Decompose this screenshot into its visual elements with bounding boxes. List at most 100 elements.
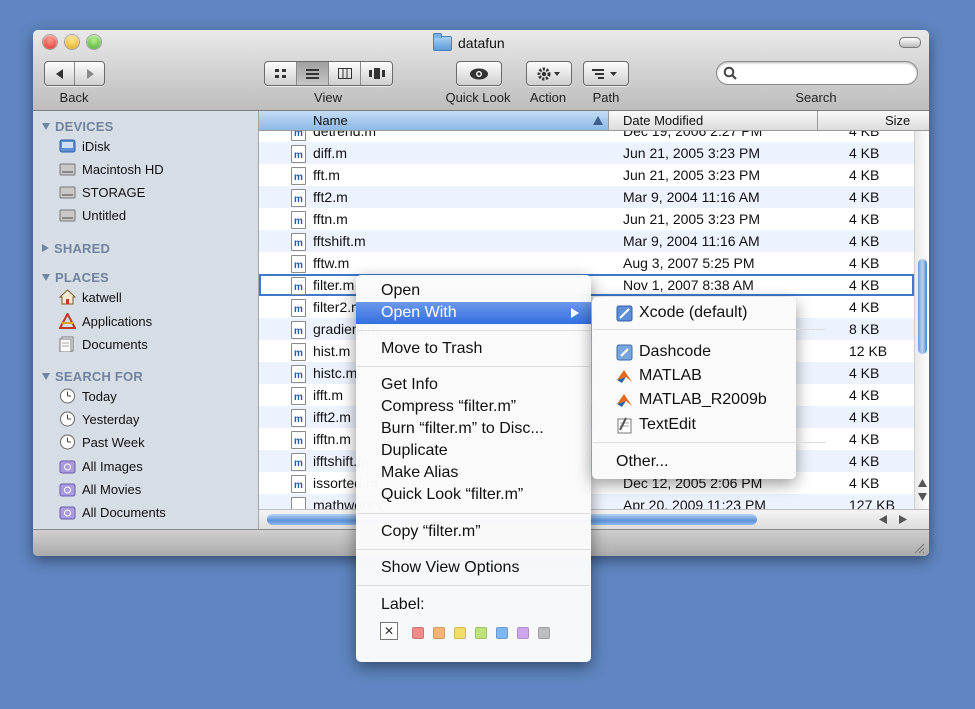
menu-item-get-info[interactable]: Get Info: [356, 374, 591, 396]
list-view-button[interactable]: [297, 62, 329, 85]
label-color-swatch[interactable]: [412, 627, 424, 639]
quicklook-label: Quick Look: [445, 90, 511, 105]
sidebar-item-past-week[interactable]: Past Week: [59, 432, 145, 452]
submenu-item-matlab[interactable]: MATLAB: [592, 365, 796, 387]
label-color-swatch[interactable]: [496, 627, 508, 639]
column-header: Name Date Modified Size: [259, 111, 929, 131]
row-name: histc.m: [313, 365, 358, 381]
quicklook-button[interactable]: [457, 62, 501, 85]
sidebar-header-shared[interactable]: SHARED: [42, 241, 110, 256]
menu-item-show-view-options[interactable]: Show View Options: [356, 557, 591, 579]
scroll-up-icon[interactable]: [918, 479, 927, 487]
table-row[interactable]: m fftshift.m Mar 9, 2004 11:16 AM 4 KB: [259, 230, 914, 252]
row-size: 4 KB: [849, 145, 880, 161]
vertical-scroll-thumb[interactable]: [918, 259, 927, 354]
sidebar-item-macintosh-hd[interactable]: Macintosh HD: [59, 159, 164, 179]
row-name: diff.m: [313, 145, 347, 161]
sidebar-item-all-movies[interactable]: All Movies: [59, 479, 141, 499]
icon-view-button[interactable]: [265, 62, 297, 85]
menu-item-burn[interactable]: Burn “filter.m” to Disc...: [356, 418, 591, 440]
sidebar-item-today[interactable]: Today: [59, 386, 117, 406]
resize-grip-icon[interactable]: [913, 542, 925, 554]
menu-item-copy[interactable]: Copy “filter.m”: [356, 521, 591, 543]
path-button[interactable]: [584, 62, 628, 85]
table-row[interactable]: m diff.m Jun 21, 2005 3:23 PM 4 KB: [259, 142, 914, 164]
scroll-down-icon[interactable]: [918, 493, 927, 501]
label-color-swatch[interactable]: [517, 627, 529, 639]
sidebar-item-all-images[interactable]: All Images: [59, 456, 143, 476]
coverflow-view-button[interactable]: [361, 62, 392, 85]
label-color-swatch[interactable]: [433, 627, 445, 639]
sidebar: DEVICES iDisk Macintosh HD STORAGE Untit…: [33, 111, 259, 529]
action-group: [526, 61, 572, 86]
label-color-swatch[interactable]: [538, 627, 550, 639]
sidebar-item-untitled[interactable]: Untitled: [59, 205, 126, 225]
menu-item-open-with[interactable]: Open With: [356, 302, 591, 324]
toolbar-toggle-button[interactable]: [899, 37, 921, 48]
search-input[interactable]: [716, 61, 918, 85]
back-forward-group: [44, 61, 105, 86]
column-header-date[interactable]: Date Modified: [609, 111, 818, 130]
minimize-button[interactable]: [65, 35, 79, 49]
column-header-name[interactable]: Name: [259, 111, 609, 130]
coverflow-icon: [368, 68, 385, 79]
sidebar-item-katwell[interactable]: katwell: [59, 287, 122, 307]
vertical-scrollbar[interactable]: [914, 131, 929, 509]
dashcode-icon: [616, 344, 633, 361]
table-row[interactable]: m fftn.m Jun 21, 2005 3:23 PM 4 KB: [259, 208, 914, 230]
column-header-size[interactable]: Size: [818, 111, 929, 130]
row-name: fftw.m: [313, 255, 350, 271]
back-button[interactable]: [45, 62, 75, 85]
scroll-left-icon[interactable]: [879, 515, 887, 524]
column-view-button[interactable]: [329, 62, 361, 85]
menu-item-move-to-trash[interactable]: Move to Trash: [356, 338, 591, 360]
menu-item-quick-look[interactable]: Quick Look “filter.m”: [356, 484, 591, 506]
matlab-file-icon: m: [291, 255, 306, 273]
action-button[interactable]: [527, 62, 571, 85]
matlab-file-icon: m: [291, 145, 306, 163]
menu-separator: [357, 549, 590, 550]
matlab-file-icon: m: [291, 299, 306, 317]
context-menu: Open Open With Move to Trash Get Info Co…: [356, 275, 591, 662]
sidebar-item-all-documents[interactable]: All Documents: [59, 502, 166, 522]
row-name: fftshift.m: [313, 233, 366, 249]
window-title-text: datafun: [458, 35, 505, 51]
submenu-item-dashcode[interactable]: Dashcode: [592, 341, 796, 363]
submenu-item-xcode[interactable]: Xcode (default): [592, 302, 796, 324]
sidebar-item-yesterday[interactable]: Yesterday: [59, 409, 139, 429]
row-name: filter.m: [313, 277, 355, 293]
label-none-button[interactable]: ✕: [380, 622, 398, 640]
sidebar-header-search-for[interactable]: SEARCH FOR: [42, 369, 143, 384]
sidebar-item-idisk[interactable]: iDisk: [59, 136, 110, 156]
close-button[interactable]: [43, 35, 57, 49]
submenu-item-textedit[interactable]: TextEdit: [592, 414, 796, 436]
matlab-file-icon: m: [291, 365, 306, 383]
sidebar-header-places[interactable]: PLACES: [42, 270, 109, 285]
menu-item-duplicate[interactable]: Duplicate: [356, 440, 591, 462]
label-color-swatch[interactable]: [454, 627, 466, 639]
menu-item-open[interactable]: Open: [356, 280, 591, 302]
submenu-item-matlab-r2009b[interactable]: MATLAB_R2009b: [592, 389, 796, 411]
row-date: Aug 3, 2007 5:25 PM: [623, 255, 755, 271]
sidebar-item-documents[interactable]: Documents: [59, 334, 148, 354]
forward-button[interactable]: [75, 62, 104, 85]
table-row[interactable]: m fftw.m Aug 3, 2007 5:25 PM 4 KB: [259, 252, 914, 274]
row-name: fftn.m: [313, 211, 348, 227]
submenu-item-other[interactable]: Other...: [592, 451, 796, 473]
sidebar-item-storage[interactable]: STORAGE: [59, 182, 145, 202]
table-row[interactable]: m fft2.m Mar 9, 2004 11:16 AM 4 KB: [259, 186, 914, 208]
scroll-right-icon[interactable]: [899, 515, 907, 524]
sidebar-item-applications[interactable]: Applications: [59, 311, 152, 331]
row-name: ifft.m: [313, 387, 344, 403]
sidebar-header-devices[interactable]: DEVICES: [42, 119, 113, 134]
menu-item-make-alias[interactable]: Make Alias: [356, 462, 591, 484]
menu-item-compress[interactable]: Compress “filter.m”: [356, 396, 591, 418]
menu-separator: [357, 513, 590, 514]
table-row[interactable]: m fft.m Jun 21, 2005 3:23 PM 4 KB: [259, 164, 914, 186]
row-size: 4 KB: [849, 431, 880, 447]
window-title: datafun: [433, 32, 505, 52]
hard-drive-icon: [59, 186, 76, 199]
zoom-button[interactable]: [87, 35, 101, 49]
label-color-swatch[interactable]: [475, 627, 487, 639]
clock-icon: [60, 411, 75, 427]
